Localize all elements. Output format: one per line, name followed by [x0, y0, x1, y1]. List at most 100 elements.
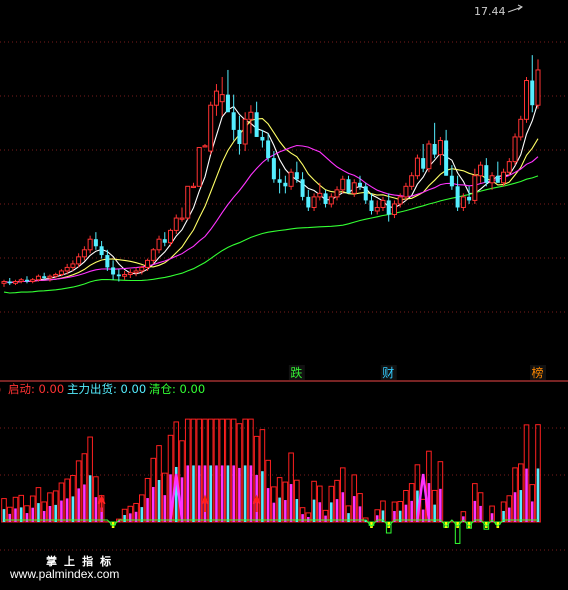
indicator-bar	[52, 490, 59, 523]
candle	[248, 105, 254, 134]
bar-fill	[88, 475, 92, 522]
candle-body	[116, 274, 121, 277]
indicator-bar	[70, 474, 76, 523]
candle	[202, 144, 208, 148]
indicator-bar	[328, 485, 335, 523]
candle-body	[340, 178, 346, 191]
indicator-bar	[477, 492, 484, 523]
candle	[328, 193, 334, 208]
candle-body	[145, 259, 151, 268]
candle	[133, 267, 139, 277]
indicator-bar	[139, 494, 145, 523]
indicator-bar	[380, 500, 386, 523]
candle-body	[369, 200, 374, 211]
legend-main-sell: 主力出货: 0.00	[67, 382, 146, 396]
candle	[444, 129, 449, 176]
signal-badge-text: 跌	[290, 365, 302, 380]
bar-fill	[530, 501, 534, 522]
candle-body	[150, 249, 156, 261]
bar-fill	[289, 484, 293, 522]
candle-body	[328, 196, 334, 205]
candle	[380, 196, 386, 211]
indicator-bar	[47, 492, 53, 523]
candle-body	[173, 217, 179, 231]
candle-body	[202, 145, 208, 148]
bar-fill	[249, 465, 253, 522]
candle	[374, 200, 380, 215]
candle	[283, 175, 288, 194]
candle	[231, 94, 236, 141]
candle-body	[380, 199, 386, 208]
candle-body	[386, 200, 391, 215]
bar-fill	[83, 484, 86, 522]
indicator-bar	[29, 495, 36, 523]
candle	[254, 101, 259, 137]
bar-fill	[352, 496, 356, 522]
candle	[81, 246, 87, 261]
candle-body	[501, 171, 507, 184]
signal-badge-text: 榜	[532, 365, 544, 380]
indicator-bar	[466, 521, 472, 529]
candle-body	[81, 249, 87, 258]
indicator-bar	[64, 478, 70, 523]
candle	[421, 144, 426, 173]
candle	[111, 260, 116, 280]
legend-start: 启动: 0.00	[8, 382, 64, 396]
indicator-bars	[1, 418, 541, 544]
bar-fill	[123, 515, 126, 522]
candle	[179, 207, 185, 222]
candle-body	[518, 118, 524, 138]
indicator-bar	[161, 472, 168, 523]
candle-body	[266, 140, 271, 159]
candle	[185, 185, 191, 220]
candle-body	[426, 143, 432, 170]
indicator-bar	[431, 489, 438, 523]
indicator-bar	[339, 467, 346, 523]
candlestick-series	[1, 55, 541, 287]
candle-body	[213, 90, 219, 106]
candle-body	[455, 186, 460, 208]
bar-fill	[318, 502, 322, 522]
indicator-bar	[311, 480, 317, 523]
candle	[391, 200, 397, 219]
indicator-bar	[276, 477, 283, 523]
candle	[168, 228, 174, 247]
candle	[426, 140, 432, 173]
candle	[277, 168, 282, 194]
candle-body	[53, 273, 59, 277]
indicator-bar	[506, 495, 513, 523]
candle	[437, 136, 443, 166]
indicator-bar	[397, 501, 403, 523]
candle-body	[105, 255, 110, 268]
indicator-bar	[156, 445, 162, 523]
candle-body	[283, 182, 288, 187]
indicator-bar	[81, 453, 88, 523]
candle	[150, 248, 156, 264]
indicator-bar	[213, 418, 220, 523]
indicator-bar	[472, 483, 478, 523]
candle	[1, 279, 7, 287]
candle	[266, 133, 271, 162]
candle-body	[357, 182, 363, 187]
candle-body	[294, 172, 299, 180]
candle	[455, 175, 460, 211]
candle-body	[237, 129, 242, 144]
bar-fill	[266, 488, 270, 522]
indicator-bar	[408, 483, 415, 523]
candle-body	[42, 276, 47, 278]
candle-body	[374, 206, 380, 212]
indicator-bar	[391, 501, 398, 523]
indicator-bar	[150, 457, 157, 523]
candle	[173, 214, 179, 234]
candle	[472, 168, 478, 204]
candle-body	[12, 281, 18, 284]
indicator-bar	[219, 418, 225, 523]
candle	[156, 235, 162, 254]
bar-fill	[473, 500, 477, 522]
indicator-bar	[87, 436, 93, 523]
indicator-legend: ) 启动: 0.00 主力出货: 0.00 清仓: 0.00	[0, 382, 205, 396]
bar-fill	[329, 502, 333, 522]
bar-fill	[284, 500, 287, 522]
indicator-bar	[133, 502, 139, 523]
candle	[196, 147, 202, 187]
